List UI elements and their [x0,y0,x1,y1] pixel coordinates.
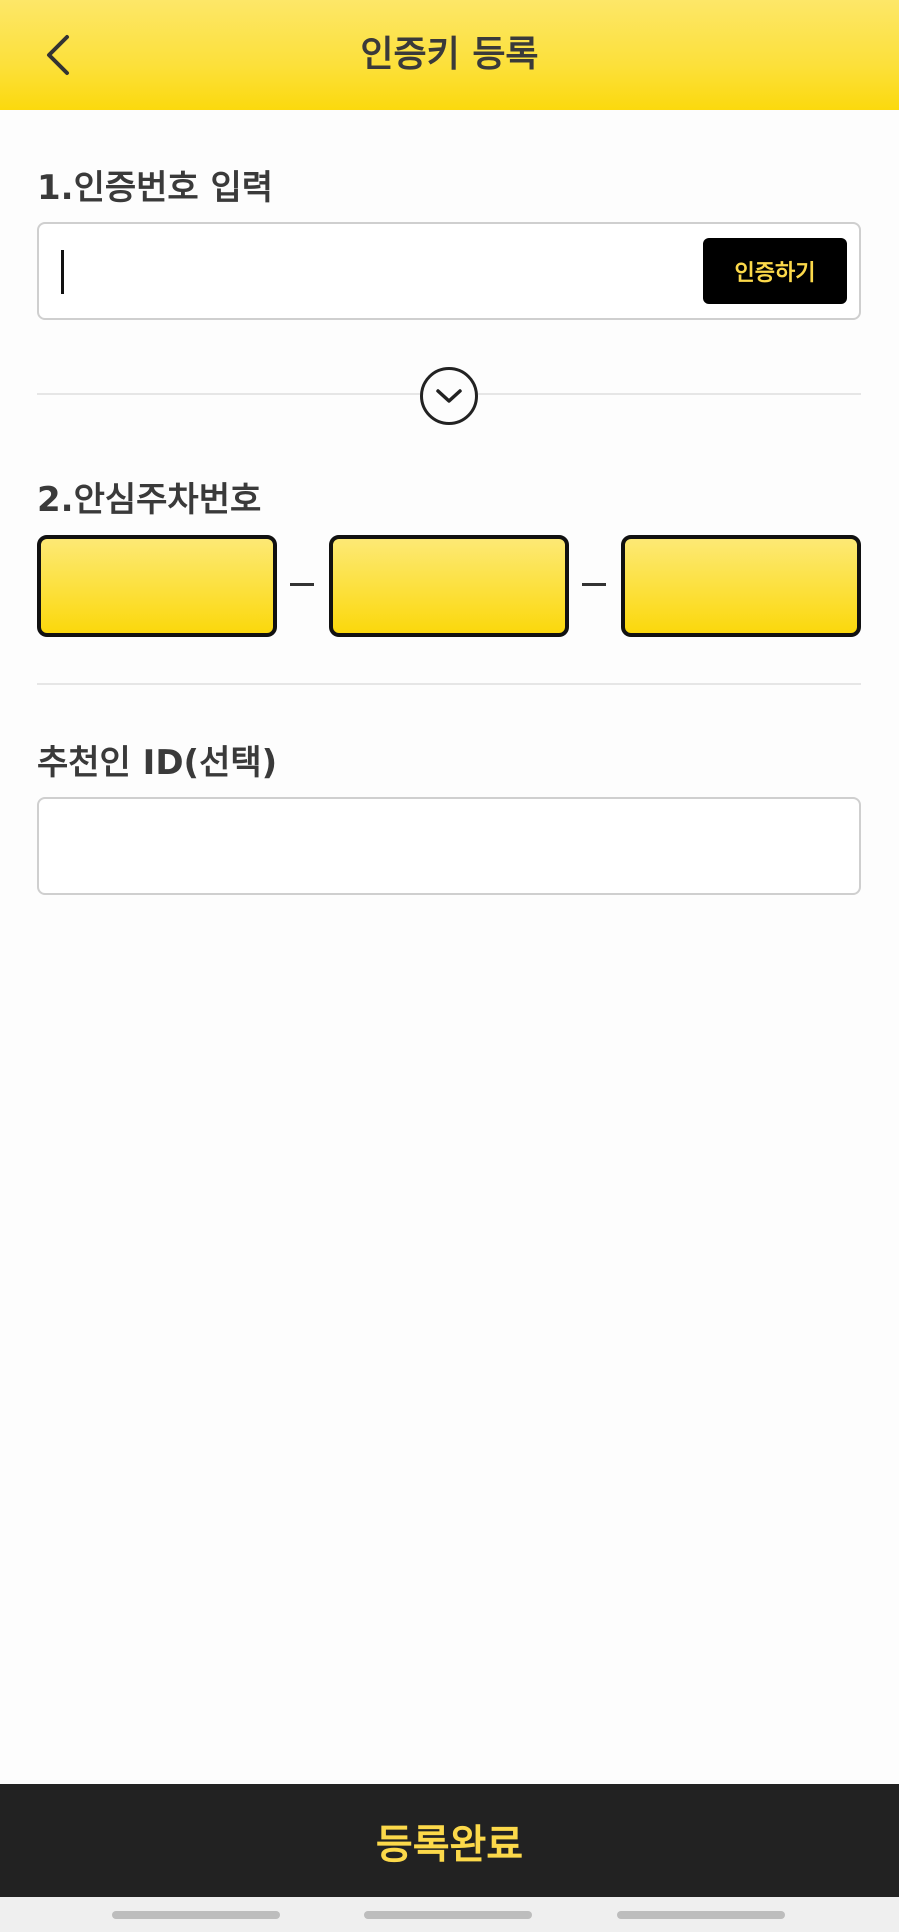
page-title: 인증키 등록 [360,34,539,75]
auth-code-field: 인증하기 [37,222,861,320]
dash-separator [290,583,314,586]
dash-separator [582,583,606,586]
parking-number-part-3[interactable] [621,535,861,637]
nav-handle[interactable] [617,1911,785,1919]
recommender-section-title: 추천인 ID(선택) [37,743,278,783]
chevron-down-icon [436,389,462,403]
nav-handle[interactable] [364,1911,532,1919]
auth-code-input[interactable] [57,244,697,300]
submit-button[interactable]: 등록완료 [0,1784,899,1897]
app-header: 인증키 등록 [0,0,899,110]
system-nav-bar [0,1897,899,1932]
text-caret [61,250,64,294]
parking-number-section-title: 2.안심주차번호 [37,480,262,520]
section-divider [37,683,861,685]
parking-number-part-2[interactable] [329,535,569,637]
auth-code-section-title: 1.인증번호 입력 [37,168,274,208]
parking-number-part-1[interactable] [37,535,277,637]
nav-handle[interactable] [112,1911,280,1919]
expand-toggle-button[interactable] [420,367,478,425]
recommender-id-input[interactable] [37,797,861,895]
verify-button[interactable]: 인증하기 [703,238,847,304]
